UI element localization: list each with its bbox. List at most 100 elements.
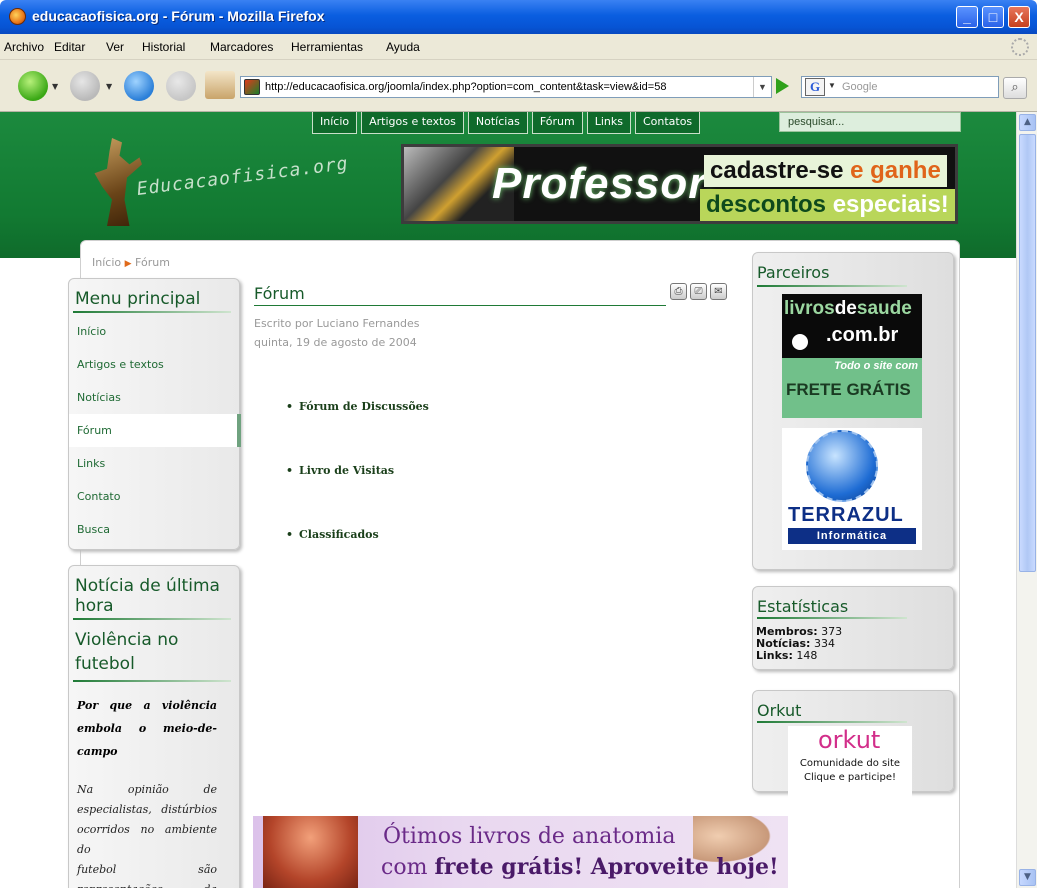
news-headline[interactable]: Violência no futebol <box>75 628 235 676</box>
orkut-title: Orkut <box>757 701 802 720</box>
news-body-line: representações da <box>77 880 217 888</box>
news-lead: Por que a violência embola o meio-de-cam… <box>77 699 217 758</box>
topnav-artigos[interactable]: Artigos e textos <box>361 112 464 134</box>
forward-dropdown-icon[interactable]: ▼ <box>106 82 112 91</box>
window-titlebar[interactable]: educacaofisica.org - Fórum - Mozilla Fir… <box>0 0 1037 34</box>
close-button[interactable]: X <box>1008 6 1030 28</box>
activity-throbber-icon <box>1011 38 1029 56</box>
menu-item-artigos[interactable]: Artigos e textos <box>69 348 241 381</box>
banner-line2: descontos especiais! <box>700 189 955 221</box>
breadcrumb-home[interactable]: Início <box>92 256 121 269</box>
terrazul-ad[interactable]: TERRAZUL Informática <box>782 428 922 550</box>
article-title-underline <box>254 305 666 306</box>
forum-discussions-link[interactable]: Fórum de Discussões <box>286 400 429 413</box>
topnav-noticias[interactable]: Notícias <box>467 112 528 134</box>
news-body-line: futebol são <box>77 863 217 876</box>
globe-icon <box>806 430 878 502</box>
orkut-caption1: Comunidade do site <box>799 758 901 769</box>
top-navigation: Início Artigos e textos Notícias Fórum L… <box>312 112 701 134</box>
ad-anatomy-line2: com frete grátis! Aproveite hoje! <box>381 854 779 880</box>
topnav-forum[interactable]: Fórum <box>531 112 583 134</box>
discus-thrower-icon <box>94 138 142 226</box>
topnav-links[interactable]: Links <box>586 112 631 134</box>
ad1-offer-small: Todo o site com <box>834 360 918 372</box>
minimize-button[interactable]: _ <box>956 6 978 28</box>
menu-item-noticias[interactable]: Notícias <box>69 381 241 414</box>
menu-herramientas[interactable]: Herramientas <box>291 40 363 54</box>
menu-item-contato[interactable]: Contato <box>69 480 241 513</box>
google-icon[interactable]: G <box>805 78 825 96</box>
stats-title: Estatísticas <box>757 597 849 616</box>
orkut-underline <box>757 721 907 723</box>
ad1-offer: Todo o site com FRETE GRÁTIS <box>782 358 922 418</box>
search-engine-dropdown-icon[interactable]: ▼ <box>828 81 836 90</box>
scrollbar-thumb[interactable] <box>1019 134 1036 572</box>
menu-item-inicio[interactable]: Início <box>69 315 241 348</box>
address-dropdown-icon[interactable]: ▼ <box>753 77 771 97</box>
maximize-button[interactable]: □ <box>982 6 1004 28</box>
menu-item-busca[interactable]: Busca <box>69 513 241 546</box>
guestbook-link[interactable]: Livro de Visitas <box>286 464 394 477</box>
search-input[interactable]: Google <box>842 81 877 93</box>
address-url[interactable]: http://educacaofisica.org/joomla/index.p… <box>265 81 741 93</box>
news-headline-underline <box>73 680 231 682</box>
site-header: Início Artigos e textos Notícias Fórum L… <box>0 112 1016 258</box>
ad1-brand: livrosdesaude <box>784 298 912 319</box>
menu-historial[interactable]: Historial <box>142 40 185 54</box>
window-title: educacaofisica.org - Fórum - Mozilla Fir… <box>32 8 325 24</box>
topnav-contatos[interactable]: Contatos <box>634 112 701 134</box>
vertical-scrollbar[interactable]: ▲ ▼ <box>1016 112 1037 888</box>
reload-icon[interactable] <box>124 71 154 101</box>
email-icon[interactable]: ✉ <box>710 283 727 300</box>
go-icon[interactable] <box>776 78 789 94</box>
menu-item-forum[interactable]: Fórum <box>69 414 241 447</box>
banner-professor: Professor, <box>492 159 716 208</box>
back-icon[interactable] <box>18 71 48 101</box>
site-favicon-icon <box>244 79 260 95</box>
pdf-icon[interactable]: ⎙ <box>670 283 687 300</box>
article-date: quinta, 19 de agosto de 2004 <box>254 336 417 349</box>
anatomy-books-ad[interactable]: Ótimos livros de anatomia com frete grát… <box>253 816 788 888</box>
menu-ver[interactable]: Ver <box>106 40 124 54</box>
terrazul-name: TERRAZUL <box>788 504 904 526</box>
breadcrumb-arrow-icon: ▶ <box>124 259 132 269</box>
news-box: Notícia de última hora Violência no fute… <box>68 565 240 888</box>
menu-editar[interactable]: Editar <box>54 40 85 54</box>
terrazul-sub: Informática <box>788 528 916 544</box>
classifieds-link[interactable]: Classificados <box>286 528 379 541</box>
news-body-line: Na opinião de <box>77 783 217 796</box>
menu-item-links[interactable]: Links <box>69 447 241 480</box>
ad1-domain: .com.br <box>826 324 899 346</box>
news-body-line: especialistas, distúrbios <box>77 803 217 816</box>
search-engine-box[interactable]: G ▼ Google <box>801 76 999 98</box>
scroll-down-icon[interactable]: ▼ <box>1019 869 1036 886</box>
livrosdesaude-ad[interactable]: livrosdesaude .com.br Todo o site com FR… <box>782 294 922 418</box>
site-logo[interactable]: Educacaofisica.org <box>84 136 384 226</box>
menu-bar: Archivo Editar Ver Historial Marcadores … <box>0 34 1037 60</box>
home-icon[interactable] <box>205 71 235 99</box>
professor-banner[interactable]: Professor, cadastre-se e ganhe descontos… <box>401 144 958 224</box>
orkut-community-ad[interactable]: orkut Comunidade do site Clique e partic… <box>788 726 912 798</box>
forward-icon[interactable] <box>70 71 100 101</box>
page-viewport: Início Artigos e textos Notícias Fórum L… <box>0 112 1016 888</box>
orkut-caption2: Clique e participe! <box>804 772 896 783</box>
back-dropdown-icon[interactable]: ▼ <box>52 82 58 91</box>
stats-underline <box>757 617 907 619</box>
address-bar[interactable]: http://educacaofisica.org/joomla/index.p… <box>240 76 772 98</box>
print-icon[interactable]: ⎚ <box>690 283 707 300</box>
ad-anatomy-line1: Ótimos livros de anatomia <box>383 824 676 849</box>
stop-icon[interactable] <box>166 71 196 101</box>
stats-members: Membros: 373 <box>756 625 843 638</box>
menu-marcadores[interactable]: Marcadores <box>210 40 273 54</box>
search-icon[interactable]: ⌕ <box>1003 77 1027 99</box>
site-search-input[interactable]: pesquisar... <box>779 112 961 132</box>
article-author: Escrito por Luciano Fernandes <box>254 317 420 330</box>
scroll-up-icon[interactable]: ▲ <box>1019 114 1036 131</box>
logo-text: Educacaofisica.org <box>135 153 350 200</box>
topnav-inicio[interactable]: Início <box>312 112 358 134</box>
menu-archivo[interactable]: Archivo <box>4 40 44 54</box>
main-menu-underline <box>73 311 231 313</box>
article-title: Fórum <box>254 284 305 303</box>
news-box-title: Notícia de última hora <box>75 576 220 616</box>
menu-ayuda[interactable]: Ayuda <box>386 40 420 54</box>
